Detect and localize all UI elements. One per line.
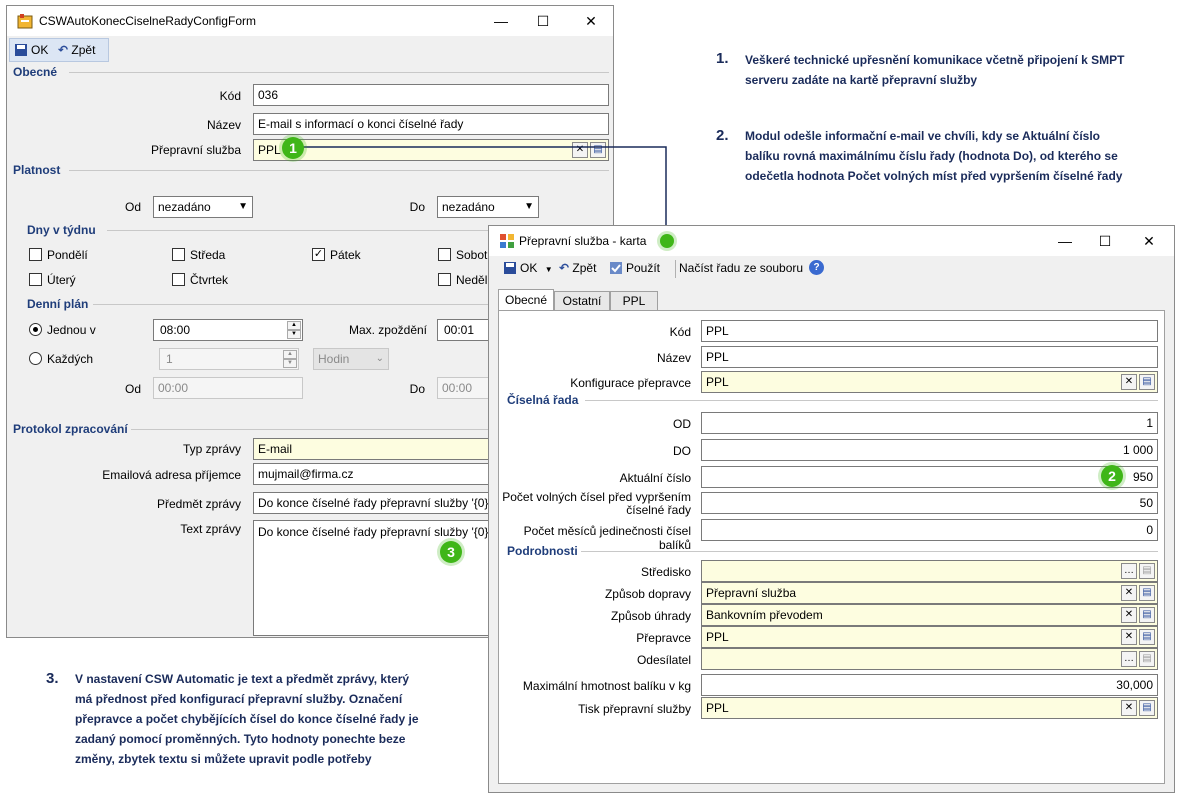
divider bbox=[585, 400, 1158, 401]
maximize-icon[interactable]: ☐ bbox=[1095, 231, 1115, 251]
carrier-card-window: Přepravní služba - karta — ☐ ✕ OK ▼ ↶ Zp… bbox=[488, 225, 1175, 793]
section-rada: Číselná řada bbox=[507, 393, 579, 407]
prepravce-field[interactable]: PPL ✕ ▤ bbox=[701, 626, 1158, 648]
tisk-value: PPL bbox=[706, 701, 729, 715]
konf-label: Konfigurace přepravce bbox=[570, 376, 691, 390]
callout-badge-1: 1 bbox=[282, 137, 304, 159]
clear-icon[interactable]: ✕ bbox=[1121, 607, 1137, 623]
odesilatel-field[interactable]: … ▤ bbox=[701, 648, 1158, 670]
card-nazev-label: Název bbox=[656, 351, 691, 365]
volnych-field[interactable]: 50 bbox=[701, 492, 1158, 514]
note-3-line: zadaný pomocí proměnných. Tyto hodnoty p… bbox=[75, 732, 406, 746]
volnych-label: Počet volných čísel před vypršením čísel… bbox=[501, 491, 691, 517]
tisk-field[interactable]: PPL ✕ ▤ bbox=[701, 697, 1158, 719]
card-ok-button[interactable]: OK ▼ bbox=[503, 257, 553, 279]
note-1-line: serveru zadáte na kartě přepravní služby bbox=[745, 73, 978, 87]
note-2-line: balíku rovná maximálnímu číslu řady (hod… bbox=[745, 149, 1118, 163]
od-field[interactable]: 1 bbox=[701, 412, 1158, 434]
save-icon bbox=[504, 262, 516, 274]
tisk-label: Tisk přepravní služby bbox=[578, 702, 691, 716]
volnych-label-line2: číselné řady bbox=[626, 503, 691, 517]
divider bbox=[581, 551, 1158, 552]
odesilatel-label: Odesílatel bbox=[636, 653, 691, 667]
prepravce-label: Přepravce bbox=[636, 631, 691, 645]
mesicu-field[interactable]: 0 bbox=[701, 519, 1158, 541]
note-3-line: má přednost před konfigurací přepravní s… bbox=[75, 692, 403, 706]
open-card-icon[interactable]: ▤ bbox=[1139, 585, 1155, 601]
card-ok-label: OK bbox=[520, 261, 538, 275]
uhrada-field[interactable]: Bankovním převodem ✕ ▤ bbox=[701, 604, 1158, 626]
open-card-icon[interactable]: ▤ bbox=[1139, 629, 1155, 645]
hmotnost-label: Maximální hmotnost balíku v kg bbox=[522, 679, 691, 693]
konf-value: PPL bbox=[706, 375, 729, 389]
card-back-label: Zpět bbox=[572, 261, 597, 275]
callout-dot bbox=[660, 234, 674, 248]
open-card-icon[interactable]: ▤ bbox=[1139, 700, 1155, 716]
load-series-button[interactable]: Načíst řadu ze souboru bbox=[679, 257, 803, 279]
open-card-icon[interactable]: ▤ bbox=[1139, 607, 1155, 623]
note-2-line: Modul odešle informační e-mail ve chvíli… bbox=[745, 129, 1100, 143]
doprava-label: Způsob dopravy bbox=[604, 587, 691, 601]
close-icon[interactable]: ✕ bbox=[1139, 231, 1159, 251]
apply-icon bbox=[610, 262, 622, 274]
use-label: Použít bbox=[626, 261, 661, 275]
hmotnost-field[interactable]: 30,000 bbox=[701, 674, 1158, 696]
callout-badge-2: 2 bbox=[1101, 465, 1123, 487]
uhrada-value: Bankovním převodem bbox=[706, 608, 823, 622]
card-toolbar: OK ▼ ↶ Zpět Použít Načíst řadu ze soubor… bbox=[495, 257, 825, 281]
open-card-icon[interactable]: ▤ bbox=[1139, 374, 1155, 390]
doprava-value: Přepravní služba bbox=[706, 586, 797, 600]
tab-obecne[interactable]: Obecné bbox=[498, 289, 554, 311]
use-button[interactable]: Použít bbox=[609, 257, 660, 279]
note-2-text: Modul odešle informační e-mail ve chvíli… bbox=[745, 126, 1185, 186]
prepravce-value: PPL bbox=[706, 630, 729, 644]
note-3-line: V nastavení CSW Automatic je text a před… bbox=[75, 672, 410, 686]
note-1-number: 1. bbox=[716, 50, 729, 67]
card-back-button[interactable]: ↶ Zpět bbox=[559, 257, 596, 279]
clear-icon[interactable]: ✕ bbox=[1121, 629, 1137, 645]
more-icon[interactable]: … bbox=[1121, 563, 1137, 579]
note-1-line: Veškeré technické upřesnění komunikace v… bbox=[745, 53, 1125, 67]
card-app-icon bbox=[500, 234, 514, 248]
clear-icon[interactable]: ✕ bbox=[1121, 585, 1137, 601]
note-3-line: změny, zbytek textu si můžete upravit po… bbox=[75, 752, 372, 766]
card-window-title: Přepravní služba - karta bbox=[519, 234, 647, 248]
stredisko-label: Středisko bbox=[640, 565, 691, 579]
note-3-line: přepravce a počet chybějících čísel do k… bbox=[75, 712, 419, 726]
note-2-line: odečetla hodnota Počet volných míst před… bbox=[745, 169, 1123, 183]
uhrada-label: Způsob úhrady bbox=[610, 609, 691, 623]
callout-badge-3: 3 bbox=[440, 541, 462, 563]
note-1-text: Veškeré technické upřesnění komunikace v… bbox=[745, 50, 1185, 90]
card-nazev-field[interactable]: PPL bbox=[701, 346, 1158, 368]
clear-icon[interactable]: ✕ bbox=[1121, 374, 1137, 390]
note-2-number: 2. bbox=[716, 127, 729, 144]
note-3-number: 3. bbox=[46, 670, 59, 687]
open-card-icon[interactable]: ▤ bbox=[1139, 651, 1155, 667]
carrier-card-titlebar: Přepravní služba - karta — ☐ ✕ bbox=[489, 226, 1174, 256]
do-field[interactable]: 1 000 bbox=[701, 439, 1158, 461]
od-label: OD bbox=[673, 417, 691, 431]
undo-icon: ↶ bbox=[559, 261, 570, 275]
volnych-label-line1: Počet volných čísel před vypršením bbox=[502, 490, 691, 504]
do-label: DO bbox=[673, 444, 691, 458]
toolbar-divider bbox=[675, 260, 676, 278]
tab-ppl[interactable]: PPL bbox=[610, 291, 658, 311]
doprava-field[interactable]: Přepravní služba ✕ ▤ bbox=[701, 582, 1158, 604]
tab-ostatni[interactable]: Ostatní bbox=[554, 291, 610, 311]
minimize-icon[interactable]: — bbox=[1055, 231, 1075, 251]
card-kod-field[interactable]: PPL bbox=[701, 320, 1158, 342]
section-podrobnosti: Podrobnosti bbox=[507, 544, 578, 558]
card-kod-label: Kód bbox=[669, 325, 691, 339]
note-3-text: V nastavení CSW Automatic je text a před… bbox=[75, 669, 485, 769]
chevron-down-icon[interactable]: ▼ bbox=[545, 265, 553, 274]
akt-label: Aktuální číslo bbox=[619, 471, 691, 485]
more-icon[interactable]: … bbox=[1121, 651, 1137, 667]
akt-field[interactable]: 950 bbox=[701, 466, 1158, 488]
clear-icon[interactable]: ✕ bbox=[1121, 700, 1137, 716]
help-icon[interactable]: ? bbox=[809, 260, 824, 275]
konf-field[interactable]: PPL ✕ ▤ bbox=[701, 371, 1158, 393]
open-card-icon[interactable]: ▤ bbox=[1139, 563, 1155, 579]
stredisko-field[interactable]: … ▤ bbox=[701, 560, 1158, 582]
